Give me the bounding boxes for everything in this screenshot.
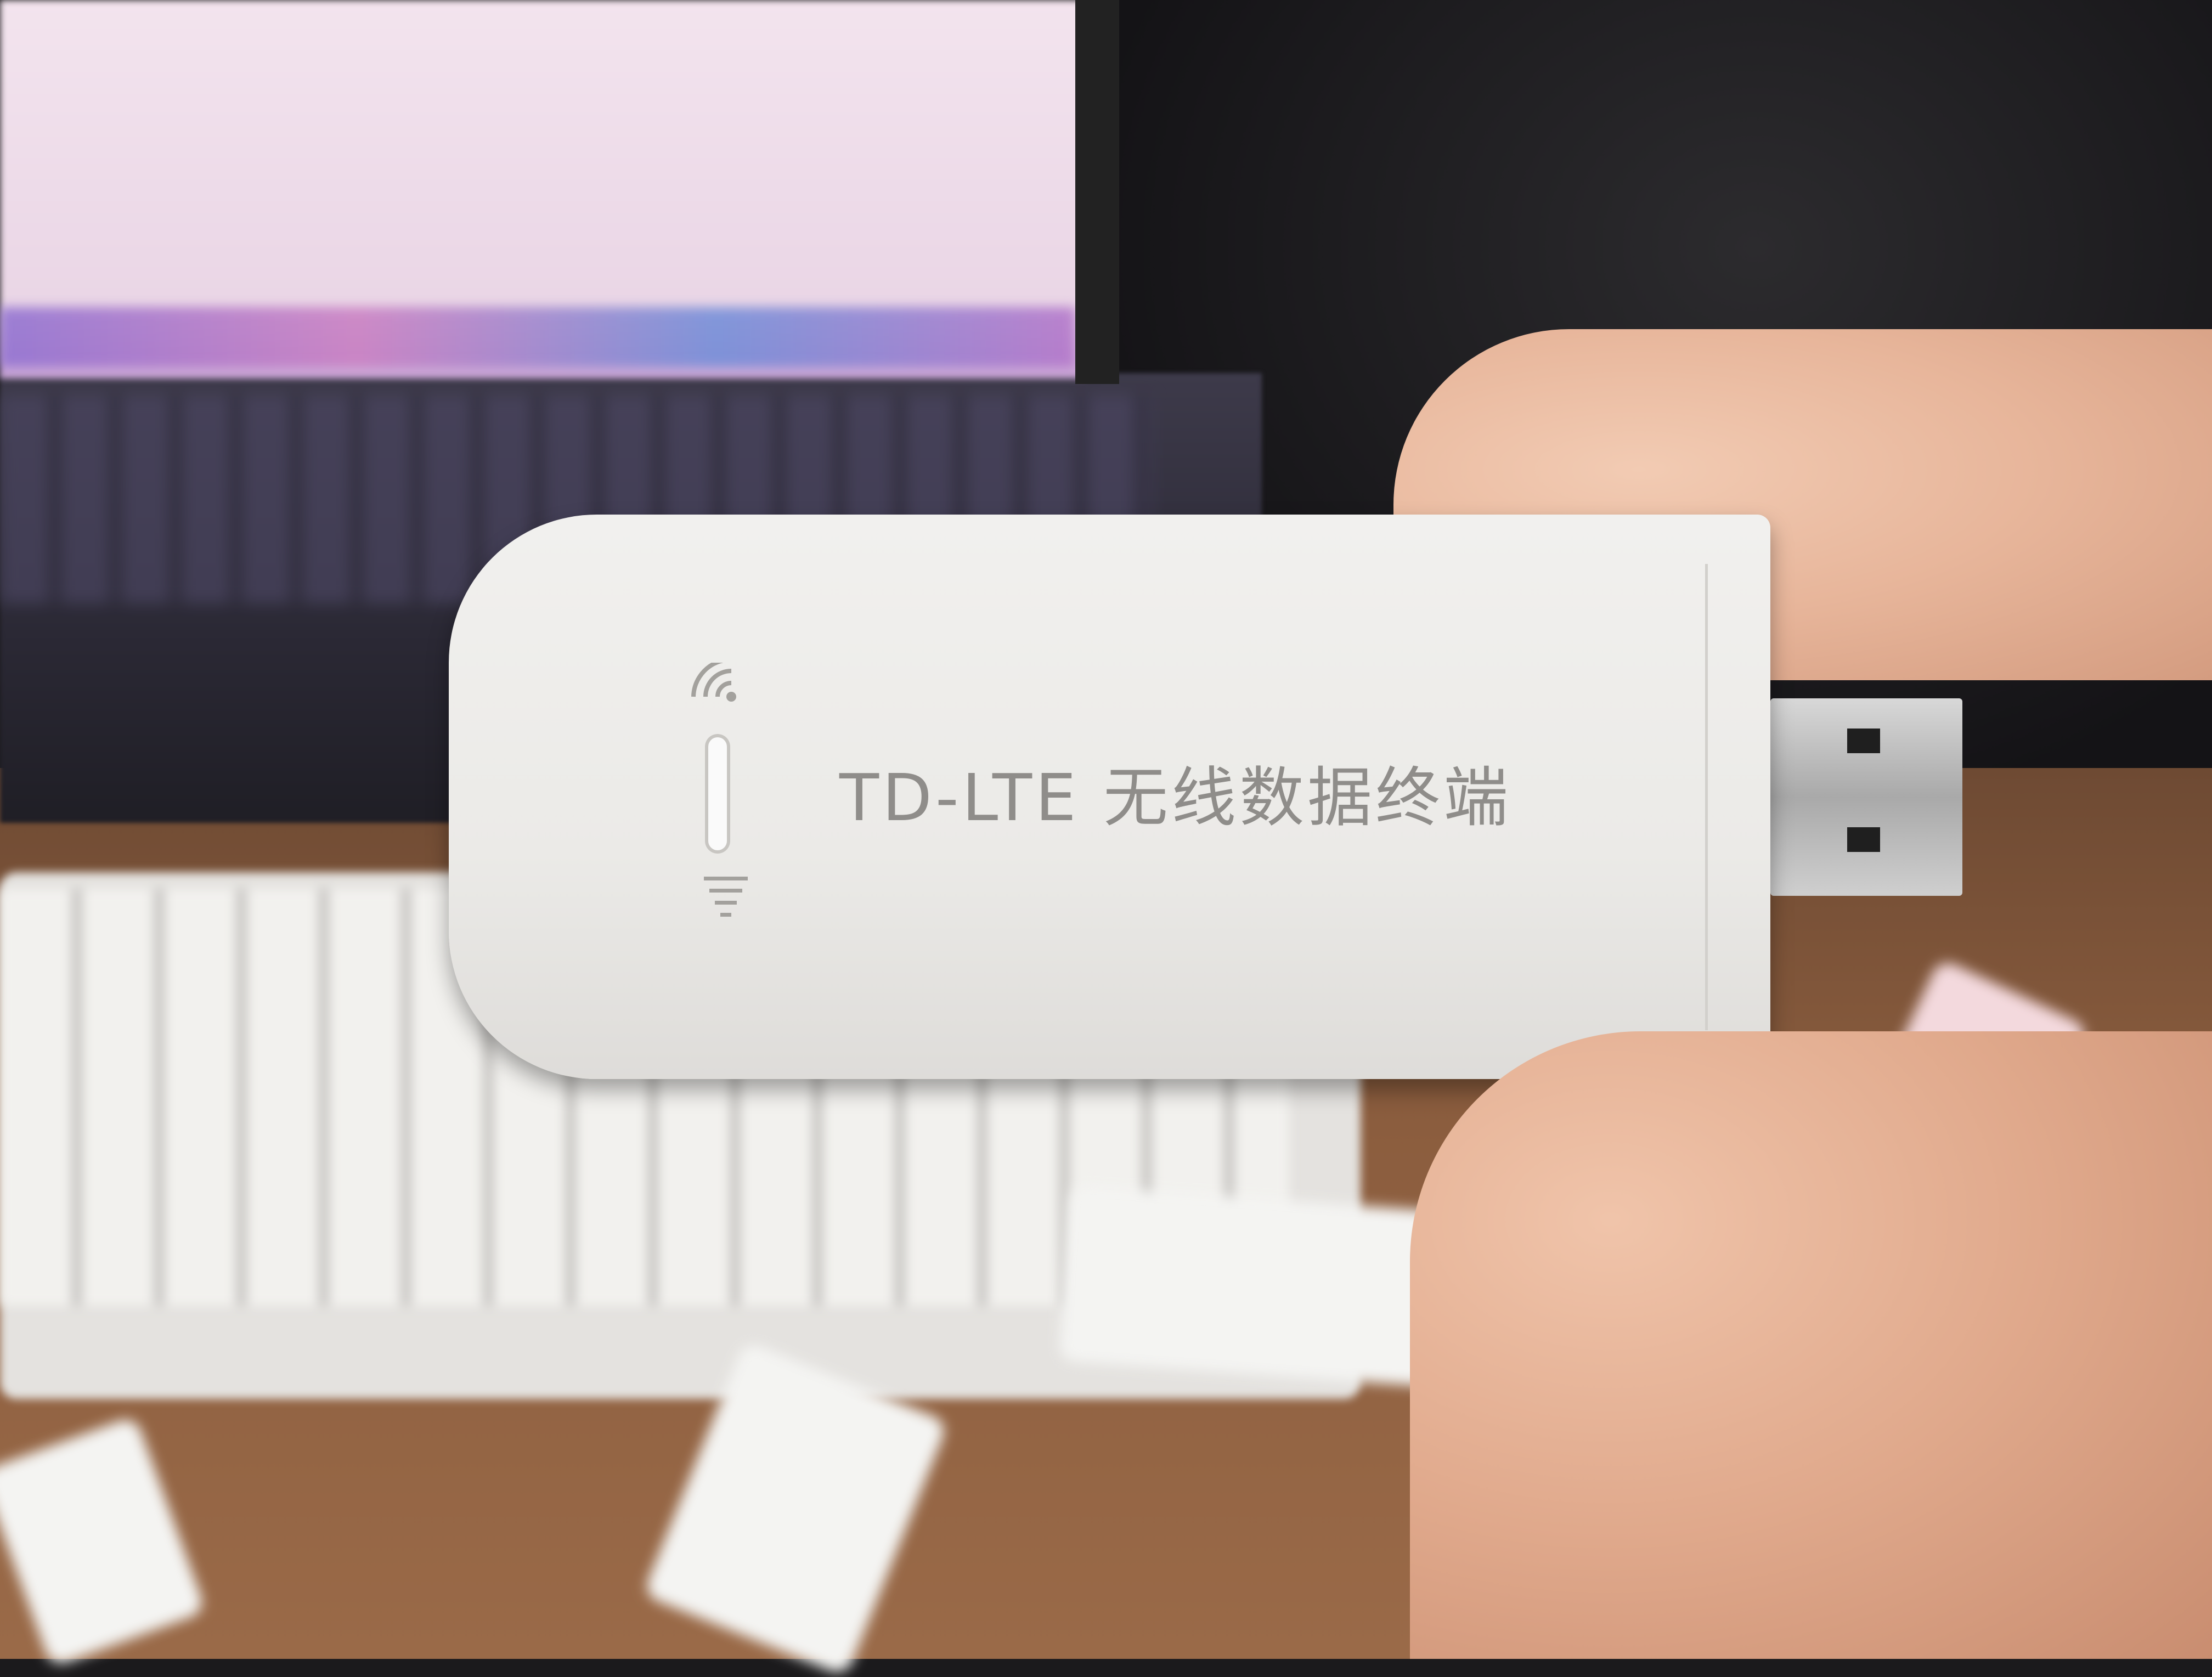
- led-indicator: [705, 734, 730, 854]
- laptop-bezel: [1075, 0, 1119, 384]
- signal-bars-icon: [704, 877, 748, 917]
- device-label: TD-LTE 无线数据终端: [839, 760, 1512, 835]
- laptop-dock: [0, 307, 1075, 368]
- lte-usb-dongle: TD-LTE 无线数据终端: [449, 515, 1770, 1079]
- cap-seam: [1705, 564, 1708, 1030]
- index-finger: [1410, 1031, 2212, 1659]
- usb-connector: [1770, 698, 1962, 896]
- usb-hole: [1847, 827, 1880, 852]
- wifi-icon: [691, 663, 736, 702]
- usb-hole: [1847, 729, 1880, 753]
